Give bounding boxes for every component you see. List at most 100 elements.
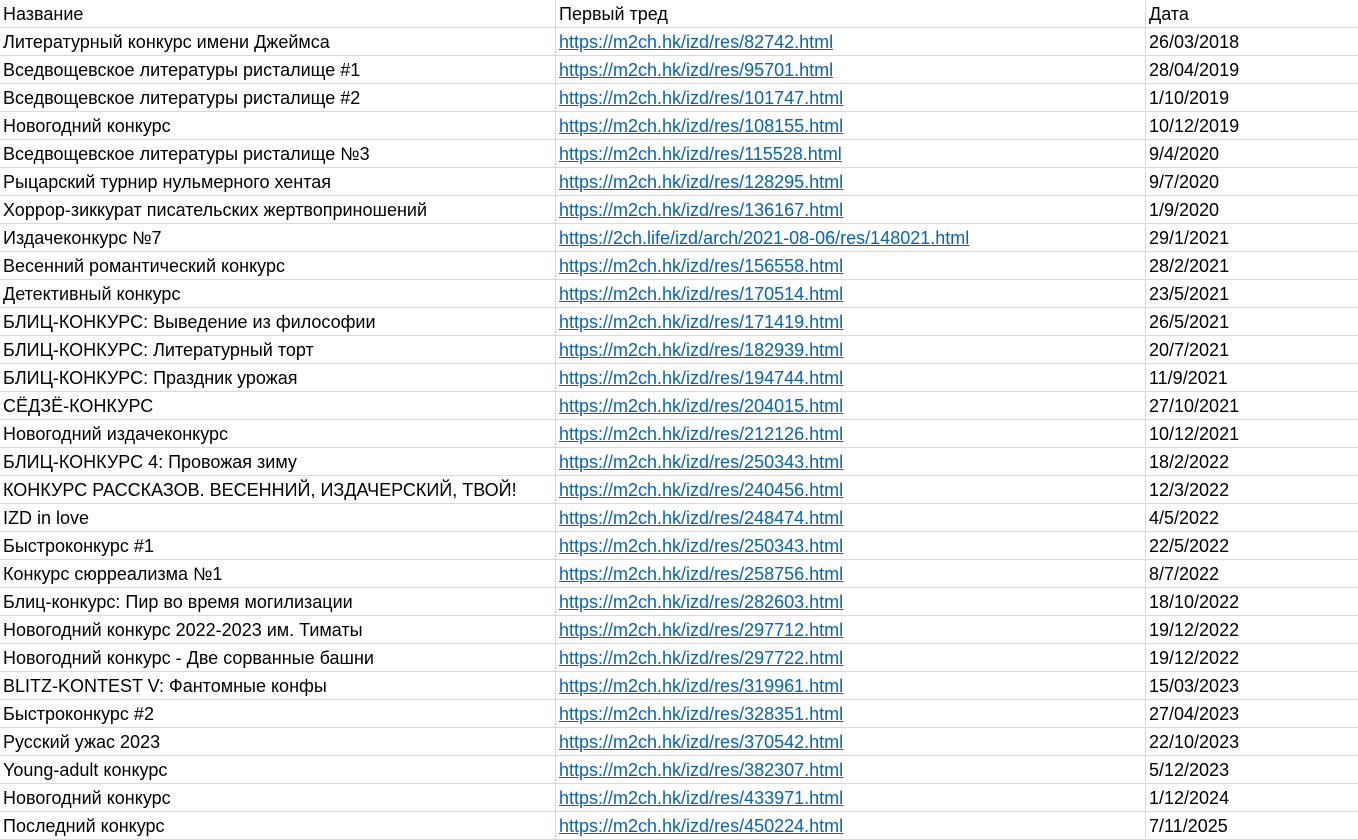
thread-link[interactable]: https://m2ch.hk/izd/res/204015.html — [559, 396, 843, 416]
cell-name[interactable]: БЛИЦ-КОНКУРС 4: Провожая зиму — [0, 448, 556, 475]
cell-date[interactable]: 22/10/2023 — [1146, 728, 1358, 755]
cell-date[interactable]: 23/5/2021 — [1146, 280, 1358, 307]
cell-name[interactable]: Быстроконкурс #1 — [0, 532, 556, 559]
cell-date[interactable]: 18/10/2022 — [1146, 588, 1358, 615]
cell-name[interactable]: СЁДЗЁ-КОНКУРС — [0, 392, 556, 419]
cell-date[interactable]: 27/10/2021 — [1146, 392, 1358, 419]
cell-thread[interactable]: https://m2ch.hk/izd/res/136167.html — [556, 196, 1146, 223]
cell-thread[interactable]: https://m2ch.hk/izd/res/101747.html — [556, 84, 1146, 111]
cell-name[interactable]: Новогодний конкурс 2022-2023 им. Тиматы — [0, 616, 556, 643]
cell-date[interactable]: 28/04/2019 — [1146, 56, 1358, 83]
cell-name[interactable]: БЛИЦ-КОНКУРС: Выведение из философии — [0, 308, 556, 335]
thread-link[interactable]: https://m2ch.hk/izd/res/328351.html — [559, 704, 843, 724]
cell-date[interactable]: 19/12/2022 — [1146, 644, 1358, 671]
cell-name[interactable]: Вседвощевское литературы ристалище #2 — [0, 84, 556, 111]
cell-name[interactable]: Вседвощевское литературы ристалище №3 — [0, 140, 556, 167]
cell-date[interactable]: 18/2/2022 — [1146, 448, 1358, 475]
thread-link[interactable]: https://m2ch.hk/izd/res/156558.html — [559, 256, 843, 276]
cell-thread[interactable]: https://m2ch.hk/izd/res/82742.html — [556, 28, 1146, 55]
cell-thread[interactable]: https://m2ch.hk/izd/res/204015.html — [556, 392, 1146, 419]
cell-date[interactable]: 1/10/2019 — [1146, 84, 1358, 111]
cell-date[interactable]: 29/1/2021 — [1146, 224, 1358, 251]
cell-thread[interactable]: https://m2ch.hk/izd/res/156558.html — [556, 252, 1146, 279]
thread-link[interactable]: https://m2ch.hk/izd/res/297722.html — [559, 648, 843, 668]
thread-link[interactable]: https://m2ch.hk/izd/res/248474.html — [559, 508, 843, 528]
cell-thread[interactable]: https://m2ch.hk/izd/res/115528.html — [556, 140, 1146, 167]
cell-thread[interactable]: https://2ch.life/izd/arch/2021-08-06/res… — [556, 224, 1146, 251]
thread-link[interactable]: https://m2ch.hk/izd/res/319961.html — [559, 676, 843, 696]
cell-thread[interactable]: https://m2ch.hk/izd/res/194744.html — [556, 364, 1146, 391]
cell-name[interactable]: Новогодний конкурс - Две сорванные башни — [0, 644, 556, 671]
cell-date[interactable]: 27/04/2023 — [1146, 700, 1358, 727]
thread-link[interactable]: https://m2ch.hk/izd/res/433971.html — [559, 788, 843, 808]
cell-thread[interactable]: https://m2ch.hk/izd/res/258756.html — [556, 560, 1146, 587]
cell-thread[interactable]: https://m2ch.hk/izd/res/212126.html — [556, 420, 1146, 447]
thread-link[interactable]: https://m2ch.hk/izd/res/194744.html — [559, 368, 843, 388]
cell-name[interactable]: Последний конкурс — [0, 812, 556, 839]
cell-thread[interactable]: https://m2ch.hk/izd/res/170514.html — [556, 280, 1146, 307]
cell-name[interactable]: Хоррор-зиккурат писательских жертвоприно… — [0, 196, 556, 223]
cell-name[interactable]: Young-adult конкурс — [0, 756, 556, 783]
cell-thread[interactable]: https://m2ch.hk/izd/res/171419.html — [556, 308, 1146, 335]
cell-thread[interactable]: https://m2ch.hk/izd/res/433971.html — [556, 784, 1146, 811]
cell-date[interactable]: 7/11/2025 — [1146, 812, 1358, 839]
cell-name[interactable]: Детективный конкурс — [0, 280, 556, 307]
cell-date[interactable]: 22/5/2022 — [1146, 532, 1358, 559]
cell-date[interactable]: 4/5/2022 — [1146, 504, 1358, 531]
thread-link[interactable]: https://m2ch.hk/izd/res/95701.html — [559, 60, 833, 80]
cell-name[interactable]: BLITZ-KONTEST V: Фантомные конфы — [0, 672, 556, 699]
thread-link[interactable]: https://m2ch.hk/izd/res/382307.html — [559, 760, 843, 780]
cell-date[interactable]: 26/5/2021 — [1146, 308, 1358, 335]
cell-name[interactable]: Рыцарский турнир нульмерного хентая — [0, 168, 556, 195]
cell-date[interactable]: 9/7/2020 — [1146, 168, 1358, 195]
cell-date[interactable]: 9/4/2020 — [1146, 140, 1358, 167]
cell-name[interactable]: IZD in love — [0, 504, 556, 531]
cell-date[interactable]: 1/9/2020 — [1146, 196, 1358, 223]
thread-link[interactable]: https://m2ch.hk/izd/res/250343.html — [559, 536, 843, 556]
cell-name[interactable]: Русский ужас 2023 — [0, 728, 556, 755]
cell-date[interactable]: 15/03/2023 — [1146, 672, 1358, 699]
cell-thread[interactable]: https://m2ch.hk/izd/res/250343.html — [556, 532, 1146, 559]
cell-date[interactable]: 1/12/2024 — [1146, 784, 1358, 811]
thread-link[interactable]: https://m2ch.hk/izd/res/282603.html — [559, 592, 843, 612]
cell-thread[interactable]: https://m2ch.hk/izd/res/128295.html — [556, 168, 1146, 195]
cell-thread[interactable]: https://m2ch.hk/izd/res/248474.html — [556, 504, 1146, 531]
cell-name[interactable]: Новогодний конкурс — [0, 784, 556, 811]
cell-date[interactable]: 5/12/2023 — [1146, 756, 1358, 783]
cell-thread[interactable]: https://m2ch.hk/izd/res/95701.html — [556, 56, 1146, 83]
cell-thread[interactable]: https://m2ch.hk/izd/res/108155.html — [556, 112, 1146, 139]
cell-date[interactable]: 10/12/2019 — [1146, 112, 1358, 139]
thread-link[interactable]: https://m2ch.hk/izd/res/171419.html — [559, 312, 843, 332]
cell-thread[interactable]: https://m2ch.hk/izd/res/370542.html — [556, 728, 1146, 755]
cell-name[interactable]: Конкурс сюрреализма №1 — [0, 560, 556, 587]
header-thread[interactable]: Первый тред — [556, 0, 1146, 27]
cell-date[interactable]: 8/7/2022 — [1146, 560, 1358, 587]
cell-name[interactable]: Издачеконкурс №7 — [0, 224, 556, 251]
cell-thread[interactable]: https://m2ch.hk/izd/res/240456.html — [556, 476, 1146, 503]
thread-link[interactable]: https://2ch.life/izd/arch/2021-08-06/res… — [559, 228, 969, 248]
cell-date[interactable]: 19/12/2022 — [1146, 616, 1358, 643]
cell-name[interactable]: Новогодний издачеконкурс — [0, 420, 556, 447]
cell-name[interactable]: Быстроконкурс #2 — [0, 700, 556, 727]
thread-link[interactable]: https://m2ch.hk/izd/res/250343.html — [559, 452, 843, 472]
cell-name[interactable]: Новогодний конкурс — [0, 112, 556, 139]
cell-date[interactable]: 26/03/2018 — [1146, 28, 1358, 55]
thread-link[interactable]: https://m2ch.hk/izd/res/297712.html — [559, 620, 843, 640]
cell-name[interactable]: Вседвощевское литературы ристалище #1 — [0, 56, 556, 83]
cell-thread[interactable]: https://m2ch.hk/izd/res/282603.html — [556, 588, 1146, 615]
cell-date[interactable]: 11/9/2021 — [1146, 364, 1358, 391]
cell-date[interactable]: 28/2/2021 — [1146, 252, 1358, 279]
cell-name[interactable]: Литературный конкурс имени Джеймса — [0, 28, 556, 55]
cell-thread[interactable]: https://m2ch.hk/izd/res/297722.html — [556, 644, 1146, 671]
cell-thread[interactable]: https://m2ch.hk/izd/res/319961.html — [556, 672, 1146, 699]
thread-link[interactable]: https://m2ch.hk/izd/res/101747.html — [559, 88, 843, 108]
thread-link[interactable]: https://m2ch.hk/izd/res/136167.html — [559, 200, 843, 220]
thread-link[interactable]: https://m2ch.hk/izd/res/370542.html — [559, 732, 843, 752]
cell-thread[interactable]: https://m2ch.hk/izd/res/328351.html — [556, 700, 1146, 727]
cell-thread[interactable]: https://m2ch.hk/izd/res/382307.html — [556, 756, 1146, 783]
thread-link[interactable]: https://m2ch.hk/izd/res/240456.html — [559, 480, 843, 500]
thread-link[interactable]: https://m2ch.hk/izd/res/258756.html — [559, 564, 843, 584]
thread-link[interactable]: https://m2ch.hk/izd/res/182939.html — [559, 340, 843, 360]
header-name[interactable]: Название — [0, 0, 556, 27]
cell-thread[interactable]: https://m2ch.hk/izd/res/297712.html — [556, 616, 1146, 643]
